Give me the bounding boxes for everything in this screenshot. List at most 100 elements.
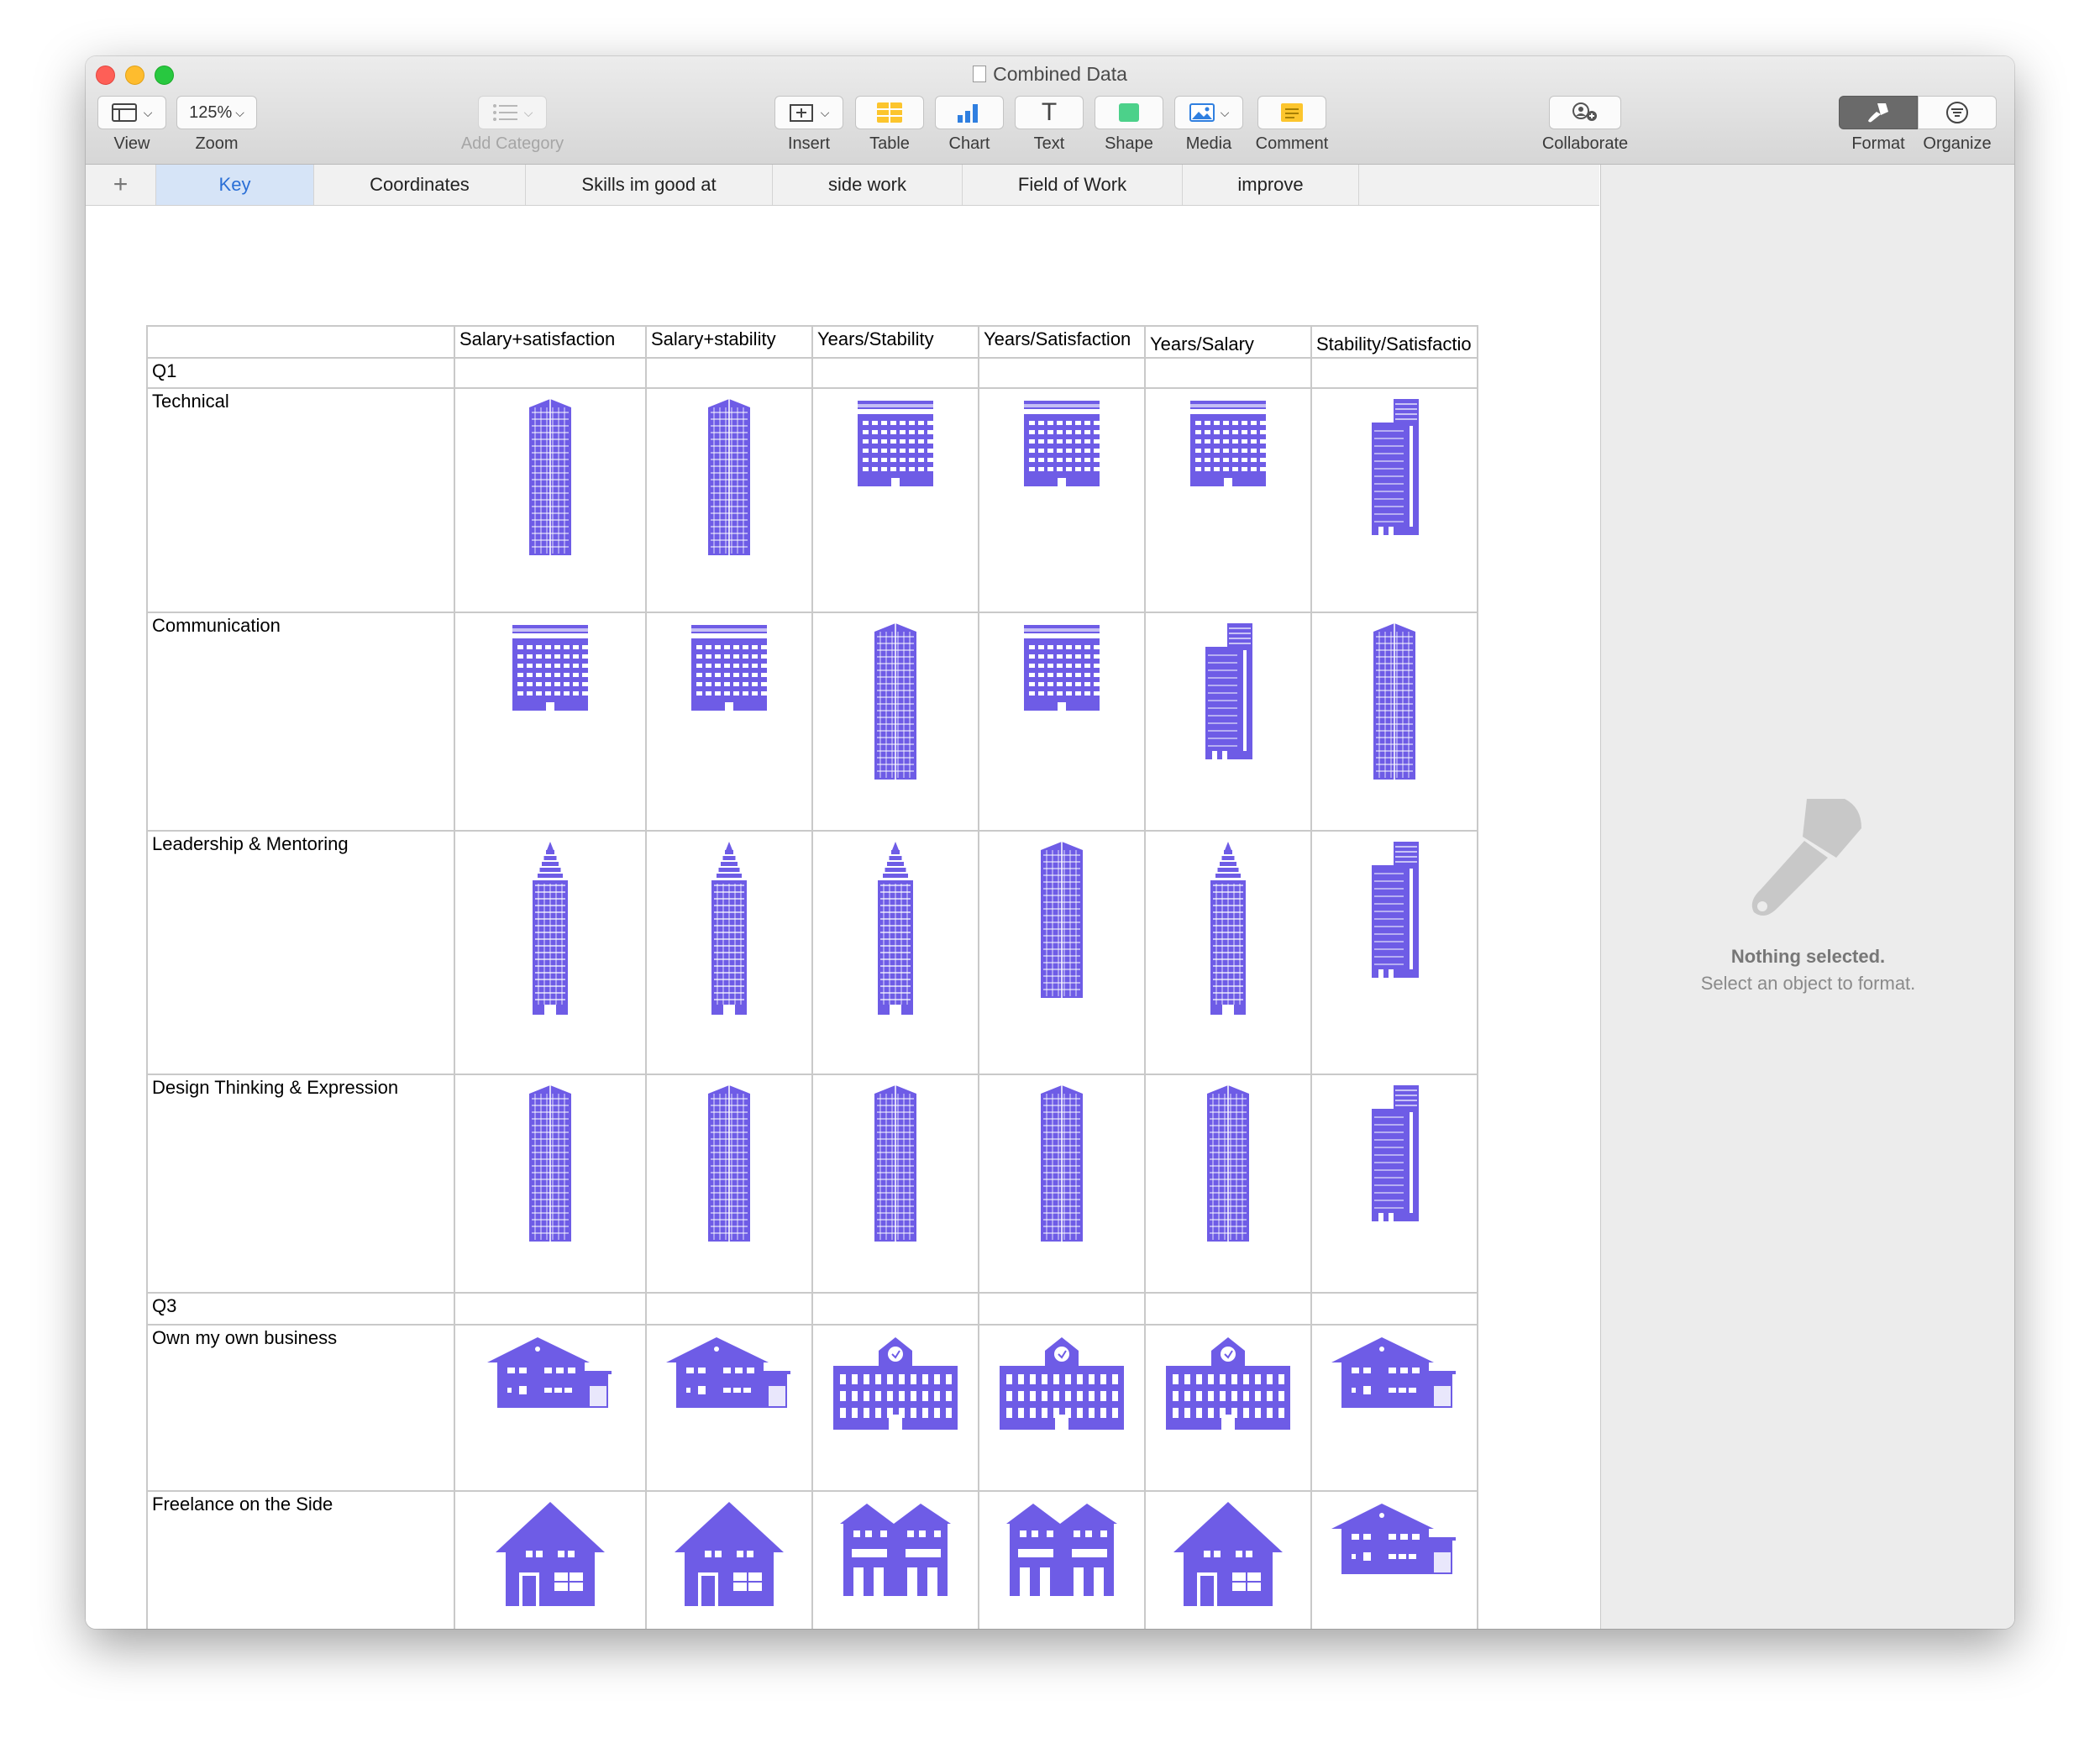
row-label-cell[interactable]: Own my own business [146, 1324, 455, 1492]
office-block-icon[interactable] [1147, 390, 1310, 490]
table-cell[interactable] [645, 387, 813, 613]
table-cell[interactable] [645, 612, 813, 832]
table-cell[interactable] [454, 1490, 647, 1629]
table-cell[interactable] [454, 1324, 647, 1492]
table-cell[interactable] [811, 1292, 979, 1326]
side-tower-icon[interactable] [1313, 1076, 1476, 1225]
table-cell[interactable] [1144, 1292, 1312, 1326]
table-cell[interactable] [454, 387, 647, 613]
table-button[interactable] [855, 96, 924, 129]
table-cell[interactable] [978, 1292, 1146, 1326]
sheet-canvas[interactable]: Salary+satisfaction Salary+stability Years… [86, 206, 1599, 1629]
tall-tower-icon[interactable] [980, 832, 1143, 1001]
townhouse-icon[interactable] [980, 1493, 1143, 1599]
table-cell[interactable] [645, 1074, 813, 1294]
organize-button[interactable] [1918, 96, 1997, 129]
split-level-house-icon[interactable] [456, 1326, 644, 1411]
office-block-icon[interactable] [980, 390, 1143, 490]
table-cell[interactable] [1144, 830, 1312, 1075]
column-header[interactable] [146, 325, 455, 359]
table-cell[interactable] [978, 612, 1146, 832]
townhouse-icon[interactable] [814, 1493, 977, 1599]
tall-tower-icon[interactable] [648, 390, 811, 559]
column-header[interactable]: Salary+satisfaction [454, 325, 647, 359]
table-cell[interactable] [811, 1074, 979, 1294]
tall-tower-icon[interactable] [1147, 1076, 1310, 1245]
tab-skills-im-good-at[interactable]: Skills im good at [526, 165, 773, 205]
row-label-cell[interactable]: Design Thinking & Expression [146, 1074, 455, 1294]
table-cell[interactable] [454, 1292, 647, 1326]
table-cell[interactable] [811, 612, 979, 832]
chart-button[interactable] [935, 96, 1004, 129]
clock-school-icon[interactable] [814, 1326, 977, 1433]
key-table[interactable]: Salary+satisfaction Salary+stability Years… [146, 325, 1478, 1629]
table-cell[interactable] [454, 612, 647, 832]
house-icon[interactable] [1147, 1493, 1310, 1609]
table-cell[interactable] [645, 1490, 813, 1629]
split-level-house-icon[interactable] [1313, 1326, 1476, 1411]
table-cell[interactable] [454, 357, 647, 389]
table-cell[interactable] [1310, 1074, 1478, 1294]
spire-tower-icon[interactable] [648, 832, 811, 1018]
column-header[interactable]: Years/Salary [1144, 325, 1312, 359]
table-cell[interactable] [1144, 387, 1312, 613]
tab-key[interactable]: Key [156, 165, 314, 205]
tab-improve[interactable]: improve [1183, 165, 1359, 205]
table-cell[interactable] [1310, 1324, 1478, 1492]
tall-tower-icon[interactable] [648, 1076, 811, 1245]
zoom-select[interactable]: 125% ⌵ [176, 96, 257, 129]
row-label-cell[interactable]: Freelance on the Side [146, 1490, 455, 1629]
table-cell[interactable] [811, 357, 979, 389]
comment-button[interactable] [1257, 96, 1326, 129]
table-cell[interactable] [645, 1324, 813, 1492]
table-cell[interactable] [1310, 1292, 1478, 1326]
row-label-cell[interactable]: Communication [146, 612, 455, 832]
side-tower-icon[interactable] [1313, 390, 1476, 538]
office-block-icon[interactable] [648, 614, 811, 714]
tall-tower-icon[interactable] [814, 614, 977, 783]
clock-school-icon[interactable] [980, 1326, 1143, 1433]
table-cell[interactable] [978, 1490, 1146, 1629]
table-cell[interactable] [1144, 612, 1312, 832]
office-block-icon[interactable] [980, 614, 1143, 714]
table-cell[interactable] [1144, 1490, 1312, 1629]
row-label-cell[interactable]: Q1 [146, 357, 455, 389]
table-cell[interactable] [645, 830, 813, 1075]
spire-tower-icon[interactable] [814, 832, 977, 1018]
add-sheet-button[interactable]: + [86, 165, 156, 205]
view-button[interactable]: ⌵ [97, 96, 166, 129]
table-cell[interactable] [1144, 1074, 1312, 1294]
table-cell[interactable] [645, 357, 813, 389]
table-cell[interactable] [1310, 387, 1478, 613]
table-cell[interactable] [978, 387, 1146, 613]
table-cell[interactable] [454, 1074, 647, 1294]
table-cell[interactable] [811, 387, 979, 613]
format-button[interactable] [1839, 96, 1918, 129]
column-header[interactable]: Years/Satisfaction [978, 325, 1146, 359]
tall-tower-icon[interactable] [456, 390, 644, 559]
column-header[interactable]: Salary+stability [645, 325, 813, 359]
office-block-icon[interactable] [456, 614, 644, 714]
split-level-house-icon[interactable] [1313, 1493, 1476, 1578]
table-cell[interactable] [1310, 830, 1478, 1075]
split-level-house-icon[interactable] [648, 1326, 811, 1411]
tab-side-work[interactable]: side work [773, 165, 963, 205]
table-cell[interactable] [1310, 357, 1478, 389]
table-cell[interactable] [1144, 1324, 1312, 1492]
tall-tower-icon[interactable] [1313, 614, 1476, 783]
row-label-cell[interactable]: Q3 [146, 1292, 455, 1326]
table-cell[interactable] [1310, 1490, 1478, 1629]
table-cell[interactable] [978, 830, 1146, 1075]
table-cell[interactable] [978, 1324, 1146, 1492]
side-tower-icon[interactable] [1147, 614, 1310, 763]
tall-tower-icon[interactable] [980, 1076, 1143, 1245]
tall-tower-icon[interactable] [456, 1076, 644, 1245]
table-cell[interactable] [978, 1074, 1146, 1294]
text-button[interactable]: T [1015, 96, 1084, 129]
row-label-cell[interactable]: Technical [146, 387, 455, 613]
table-cell[interactable] [811, 1324, 979, 1492]
table-cell[interactable] [811, 1490, 979, 1629]
side-tower-icon[interactable] [1313, 832, 1476, 981]
table-cell[interactable] [645, 1292, 813, 1326]
add-category-button[interactable]: ⌵ [478, 96, 547, 129]
